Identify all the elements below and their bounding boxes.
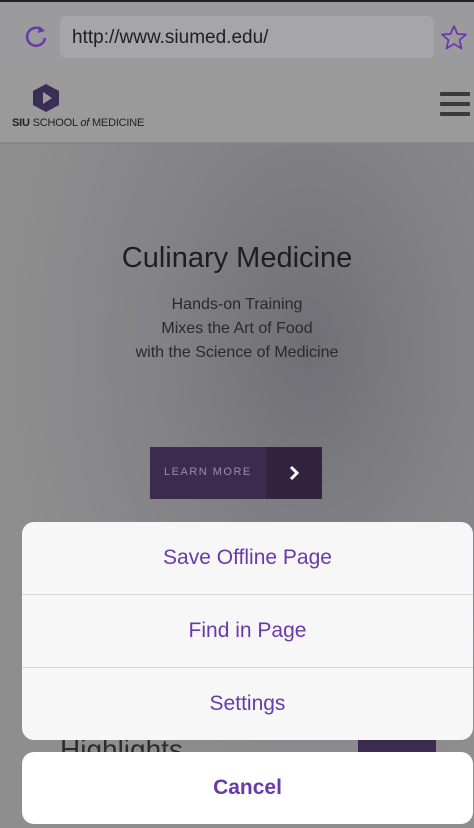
hero-subtitle-line: Mixes the Art of Food [161, 320, 313, 337]
star-icon[interactable] [440, 24, 468, 52]
hamburger-menu-icon[interactable] [440, 92, 470, 116]
site-header: SIU SCHOOL of MEDICINE [0, 72, 474, 144]
address-bar[interactable]: http://www.siumed.edu/ [60, 16, 434, 58]
chevron-right-icon [266, 447, 322, 499]
action-sheet: Save Offline Page Find in Page Settings [22, 522, 473, 740]
logo-medicine: MEDICINE [91, 117, 145, 129]
settings-button[interactable]: Settings [22, 668, 473, 740]
hero-subtitle-line: Hands-on Training [171, 296, 303, 313]
siu-logo-icon[interactable] [30, 82, 62, 114]
hero-title: Culinary Medicine [121, 242, 353, 274]
logo-bold: SIU [12, 117, 30, 129]
browser-toolbar: http://www.siumed.edu/ [0, 0, 474, 72]
learn-more-label: LEARN MORE [164, 466, 252, 478]
cancel-button[interactable]: Cancel [22, 752, 473, 824]
logo-wordmark[interactable]: SIU SCHOOL of MEDICINE [12, 117, 144, 129]
hero-subtitle-line: with the Science of Medicine [135, 344, 339, 361]
logo-of: of [80, 117, 90, 129]
cancel-sheet: Cancel [22, 752, 473, 824]
url-text: http://www.siumed.edu/ [72, 27, 269, 48]
logo-school: SCHOOL [32, 117, 78, 129]
save-offline-page-button[interactable]: Save Offline Page [22, 522, 473, 594]
learn-more-button[interactable]: LEARN MORE [150, 447, 322, 499]
find-in-page-button[interactable]: Find in Page [22, 595, 473, 667]
reload-icon[interactable] [22, 22, 50, 50]
